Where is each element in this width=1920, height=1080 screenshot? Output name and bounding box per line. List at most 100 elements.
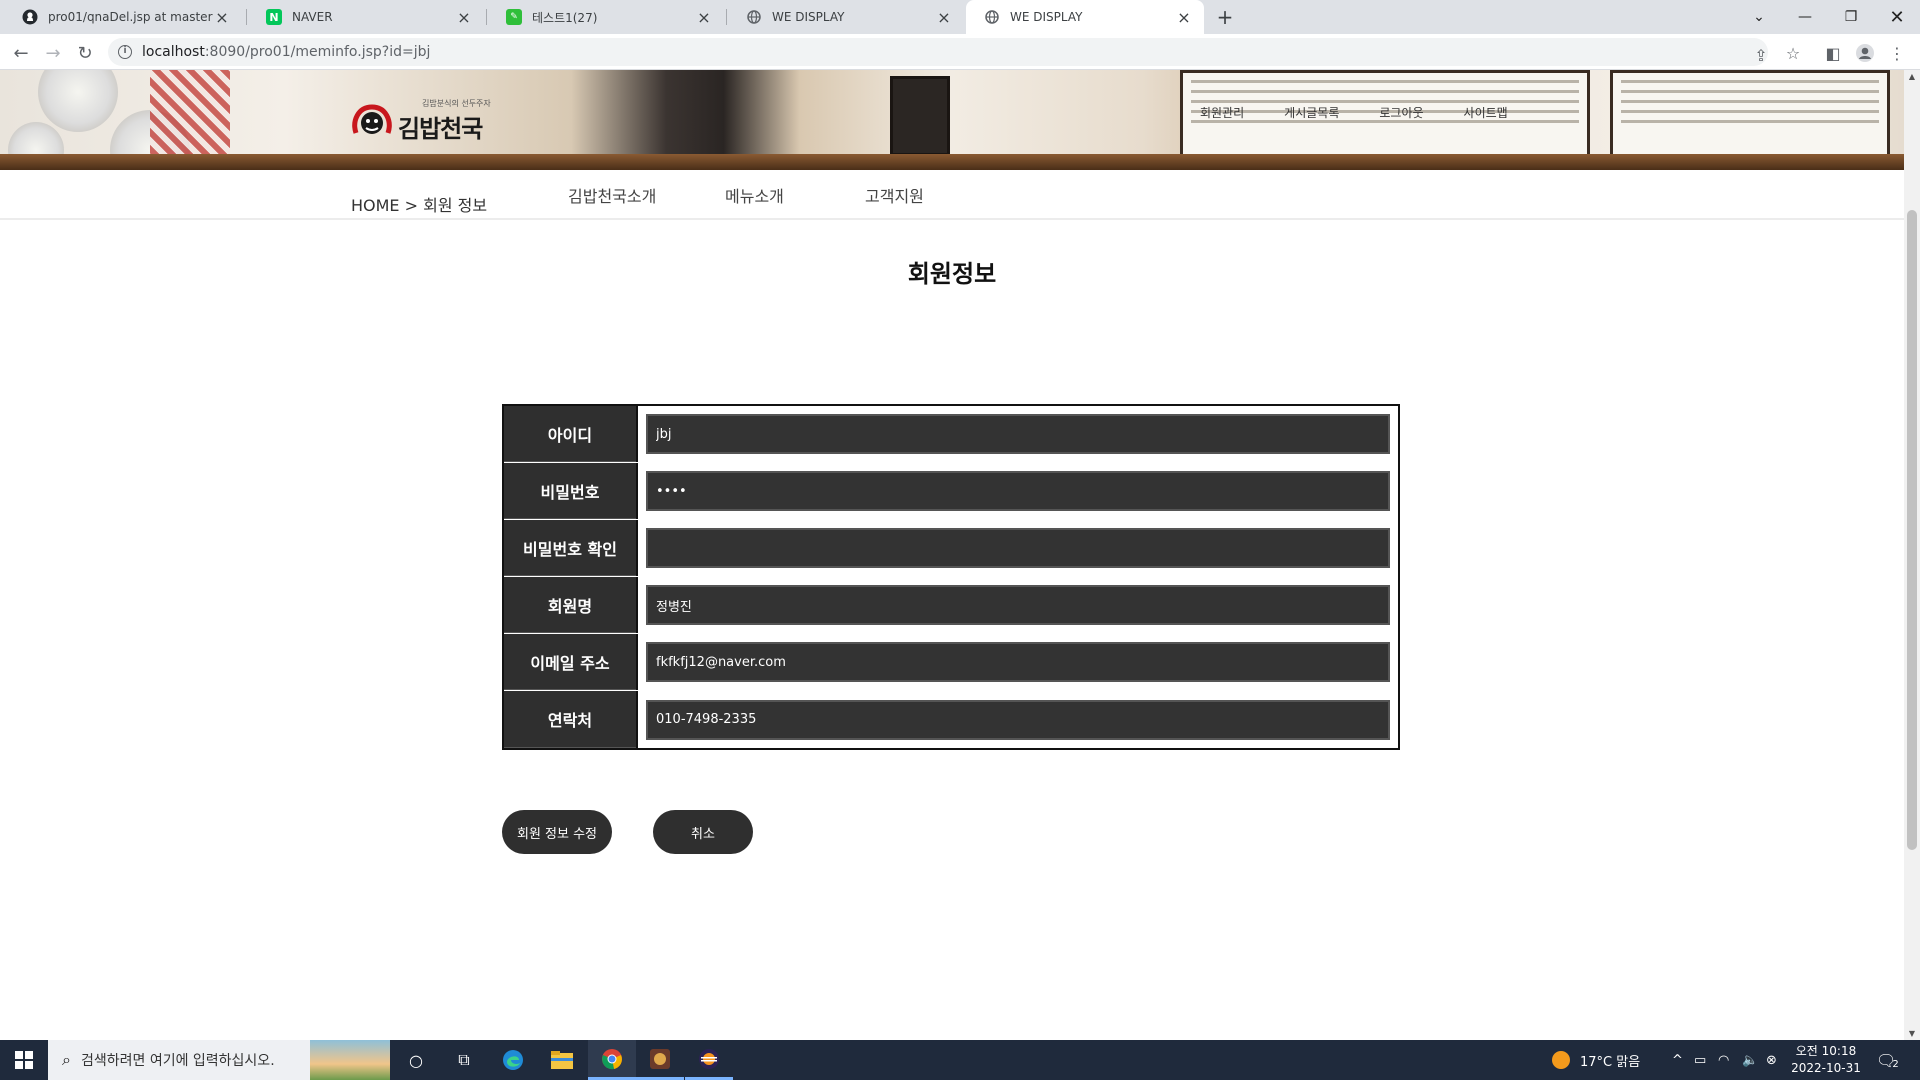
taskbar-search-input[interactable]: ⌕ 검색하려면 여기에 입력하십시오. (48, 1040, 390, 1080)
tab-close-icon[interactable]: × (214, 8, 230, 27)
back-arrow-icon[interactable]: ← (8, 40, 34, 66)
tab-close-icon[interactable]: × (696, 8, 712, 27)
util-nav-board-list[interactable]: 게시글목록 (1284, 104, 1339, 121)
breadcrumb: HOME > 회원 정보 (351, 196, 488, 215)
eclipse-icon[interactable] (685, 1040, 733, 1080)
scrollbar-thumb[interactable] (1907, 210, 1917, 850)
weather-text: 17°C 맑음 (1580, 1054, 1641, 1070)
phone-field[interactable] (646, 699, 1390, 740)
tab-divider (486, 9, 487, 25)
page-scrollbar[interactable]: ▲ ▼ (1904, 70, 1920, 1040)
restore-button[interactable]: ❐ (1828, 0, 1874, 34)
tab-close-icon[interactable]: × (456, 8, 472, 27)
tab-we-display-active[interactable]: WE DISPLAY × (966, 0, 1204, 34)
banner-menu-board (1610, 70, 1890, 162)
globe-icon (984, 9, 1000, 25)
tab-github[interactable]: pro01/qnaDel.jsp at master · ok × (4, 0, 242, 34)
tab-title: pro01/qnaDel.jsp at master · ok (48, 10, 214, 24)
new-tab-button[interactable]: + (1212, 4, 1238, 30)
forward-arrow-icon[interactable]: → (40, 40, 66, 66)
show-hidden-icons-icon[interactable]: ^ (1672, 1040, 1683, 1080)
game-app-icon[interactable] (636, 1040, 684, 1080)
bookmark-star-icon[interactable]: ☆ (1780, 40, 1806, 66)
form-row-id: 아이디 (504, 406, 1398, 463)
util-nav-member-admin[interactable]: 회원관리 (1200, 104, 1244, 121)
cancel-button[interactable]: 취소 (653, 810, 753, 854)
search-icon: ⌕ (62, 1050, 71, 1069)
menu-customer-support[interactable]: 고객지원 (865, 183, 924, 207)
site-info-icon[interactable]: i (118, 45, 132, 59)
util-nav-sitemap[interactable]: 사이트맵 (1464, 104, 1508, 121)
page-title: 회원정보 (907, 260, 997, 288)
menu-about[interactable]: 김밥천국소개 (568, 183, 656, 207)
util-nav-logout[interactable]: 로그아웃 (1379, 104, 1423, 121)
clock[interactable]: 오전 10:18 2022-10-31 (1788, 1043, 1864, 1077)
tab-strip: pro01/qnaDel.jsp at master · ok × N NAVE… (0, 0, 1920, 34)
clock-date: 2022-10-31 (1791, 1061, 1861, 1075)
page-viewport: 김밥분식의 선두주자 김밥천국 회원관리 게시글목록 로그아웃 사이트맵 HOM… (0, 70, 1904, 1040)
kakaotalk-icon: ✎ (506, 9, 522, 25)
windows-start-icon[interactable] (0, 1040, 48, 1080)
scroll-down-icon[interactable]: ▼ (1907, 1029, 1917, 1038)
scroll-up-icon[interactable]: ▲ (1907, 72, 1917, 81)
password-field[interactable] (646, 471, 1390, 511)
password-confirm-field[interactable] (646, 528, 1390, 568)
field-label: 비밀번호 확인 (504, 520, 636, 576)
share-icon[interactable]: ⇪ (1748, 42, 1774, 68)
site-logo[interactable]: 김밥분식의 선두주자 김밥천국 (350, 98, 500, 144)
header-banner: 김밥분식의 선두주자 김밥천국 회원관리 게시글목록 로그아웃 사이트맵 (0, 70, 1904, 170)
field-label: 연락처 (504, 691, 636, 748)
browser-toolbar: ← → ↻ i localhost:8090/pro01/meminfo.jsp… (0, 34, 1920, 70)
notification-center-icon[interactable]: 🗨 2 (1876, 1040, 1899, 1080)
field-label: 이메일 주소 (504, 634, 636, 690)
status-close-icon[interactable]: ⊗ (1766, 1040, 1777, 1080)
menu-menu-intro[interactable]: 메뉴소개 (725, 183, 784, 207)
search-highlight-image (310, 1040, 390, 1080)
sun-weather-icon (1552, 1051, 1570, 1069)
url-text: localhost:8090/pro01/meminfo.jsp?id=jbj (142, 44, 431, 60)
field-label: 회원명 (504, 577, 636, 633)
chrome-menu-icon[interactable]: ⋮ (1884, 40, 1910, 66)
logo-name: 김밥천국 (398, 114, 483, 143)
weather-widget[interactable]: 17°C 맑음 (1552, 1040, 1640, 1080)
globe-icon (746, 9, 762, 25)
form-row-phone: 연락처 (504, 691, 1398, 748)
profile-avatar-icon[interactable] (1852, 40, 1878, 66)
volume-muted-icon[interactable]: 🔈 (1742, 1040, 1758, 1080)
tab-title: NAVER (292, 10, 333, 24)
tab-naver[interactable]: N NAVER × (248, 0, 484, 34)
meet-now-icon[interactable]: ▭ (1694, 1040, 1706, 1080)
cortana-icon[interactable]: ○ (392, 1040, 440, 1080)
form-row-password-confirm: 비밀번호 확인 (504, 520, 1398, 577)
close-window-button[interactable]: ✕ (1874, 0, 1920, 34)
tab-title: WE DISPLAY (1010, 10, 1083, 24)
github-icon (22, 9, 38, 25)
member-info-form: 아이디 비밀번호 비밀번호 확인 회원명 이메일 주소 연락처 (502, 404, 1400, 750)
minimize-button[interactable]: — (1782, 0, 1828, 34)
chrome-icon[interactable] (588, 1040, 636, 1080)
logo-tagline: 김밥분식의 선두주자 (422, 99, 491, 108)
id-field[interactable] (646, 414, 1390, 454)
tab-close-icon[interactable]: × (936, 8, 952, 27)
tab-search-chevron-icon[interactable]: ⌄ (1736, 0, 1782, 34)
form-row-password: 비밀번호 (504, 463, 1398, 520)
tab-close-icon[interactable]: × (1176, 8, 1192, 27)
edge-icon[interactable] (489, 1040, 537, 1080)
tab-we-display[interactable]: WE DISPLAY × (728, 0, 964, 34)
address-bar[interactable]: i localhost:8090/pro01/meminfo.jsp?id=jb… (108, 38, 1768, 66)
side-panel-icon[interactable]: ◧ (1820, 40, 1846, 66)
notification-count: 2 (1892, 1058, 1899, 1070)
tab-kakaotalk[interactable]: ✎ 테스트1(27) × (488, 0, 724, 34)
tab-divider (726, 9, 727, 25)
network-icon[interactable]: ◠ (1718, 1040, 1729, 1080)
tab-title: 테스트1(27) (532, 10, 598, 25)
name-field[interactable] (646, 585, 1390, 625)
reload-icon[interactable]: ↻ (72, 40, 98, 66)
taskbar: ⌕ 검색하려면 여기에 입력하십시오. ○ ⧉ 17°C 맑음 ^ ▭ ◠ 🔈 … (0, 1040, 1920, 1080)
file-explorer-icon[interactable] (538, 1040, 586, 1080)
email-field[interactable] (646, 642, 1390, 682)
task-view-icon[interactable]: ⧉ (440, 1040, 488, 1080)
update-member-button[interactable]: 회원 정보 수정 (502, 810, 612, 854)
field-label: 아이디 (504, 406, 636, 462)
utility-nav: 회원관리 게시글목록 로그아웃 사이트맵 (1200, 104, 1548, 121)
